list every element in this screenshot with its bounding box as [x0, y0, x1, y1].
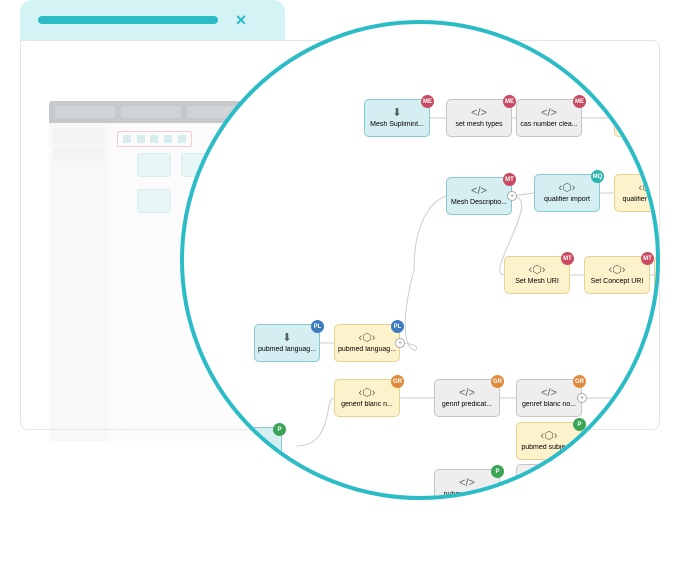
workflow-node[interactable]: </>set mesh typesME: [446, 99, 512, 137]
node-label: end pubmed swim...: [625, 491, 660, 499]
workflow-node[interactable]: </>Mesh Descriptio...MT+: [446, 177, 512, 215]
download-icon: ⬇: [282, 333, 291, 344]
tag-icon: 🏷: [648, 436, 660, 447]
code-icon: </>: [541, 388, 557, 399]
workflow-node[interactable]: </>genref blanc no...GR+: [516, 379, 582, 417]
download-icon: ⬇: [251, 436, 260, 447]
app-sidebar: [49, 123, 109, 441]
node-badge: ME: [573, 95, 586, 108]
uri-icon: ‹⬡›: [541, 431, 558, 442]
node-label: rd import: [242, 449, 270, 457]
workflow-node[interactable]: ‹⬡›Set Concept URIMT: [584, 256, 650, 294]
script-icon: ✎: [544, 473, 553, 484]
workflow-node[interactable]: </>pubmed grantsP: [434, 469, 500, 500]
workflow-node[interactable]: ⬇rd importP: [230, 427, 282, 465]
node-badge: GR: [573, 375, 586, 388]
node-label: pubmed label: [634, 449, 660, 457]
node-badge: MQ: [591, 170, 604, 183]
node-label: pubmed subject...: [521, 444, 576, 452]
node-label: pubmed languag...: [338, 346, 396, 354]
node-badge: PL: [391, 320, 404, 333]
node-badge: P: [273, 423, 286, 436]
node-port[interactable]: +: [507, 191, 517, 201]
uri-icon: ‹⬡›: [359, 388, 376, 399]
uri-icon: ‹⬡›: [359, 333, 376, 344]
node-label: mesh supp uri: [625, 121, 660, 129]
node-label: Set Concept URI: [591, 278, 644, 286]
tab-title-placeholder: [38, 16, 218, 24]
node-label: qualifier subje...: [622, 196, 660, 204]
node-badge: GR: [391, 375, 404, 388]
workflow-node[interactable]: ‹⬡›Set Mesh URIMT: [504, 256, 570, 294]
workflow-node[interactable]: 🏷pubmed labelP: [622, 427, 660, 465]
node-port[interactable]: +: [395, 338, 405, 348]
code-icon: </>: [471, 108, 487, 119]
node-label: generif blanc n...: [341, 401, 393, 409]
workflow-canvas[interactable]: ⬇ Mesh Suplimint... ME </> set mesh types ME <…: [184, 24, 656, 496]
code-icon: </>: [459, 388, 475, 399]
node-label: pubmed languag...: [258, 346, 316, 354]
workflow-node[interactable]: ⬇pubmed languag...PL: [254, 324, 320, 362]
node-label: Mesh Suplimint...: [370, 121, 424, 129]
uri-icon: ‹⬡›: [639, 183, 656, 194]
node-label: Mesh Descriptio...: [451, 199, 507, 207]
node-badge: MT: [641, 252, 654, 265]
workflow-node[interactable]: ⬇Mesh Suplimint...ME: [364, 99, 430, 137]
workflow-node[interactable]: </>genrif predicat...GR: [434, 379, 500, 417]
node-badge: MT: [561, 252, 574, 265]
node-badge: PL: [311, 320, 324, 333]
mini-toolbar: [117, 131, 192, 147]
code-icon: </>: [541, 108, 557, 119]
node-badge: GR: [491, 375, 504, 388]
node-label: genref blanc no...: [522, 401, 576, 409]
node-label: qualifier import: [544, 196, 590, 204]
download-icon: ⬇: [392, 108, 401, 119]
magnifier-lens: ⬇ Mesh Suplimint... ME </> set mesh types ME <…: [180, 20, 660, 500]
chev-icon: ›: [646, 478, 650, 489]
workflow-node[interactable]: ‹⬡›mesh supp uriME: [614, 99, 660, 137]
workflow-node[interactable]: ✎grant_stringP: [516, 464, 582, 500]
workflow-node[interactable]: ‹⬡›qualifier importMQ: [534, 174, 600, 212]
workflow-node[interactable]: ‹⬡›qualifier subje...MQ: [614, 174, 660, 212]
workflow-node[interactable]: ‹⬡›generif blanc n...GR: [334, 379, 400, 417]
uri-icon: ‹⬡›: [639, 108, 656, 119]
node-badge: ME: [503, 95, 516, 108]
node-badge: ME: [421, 95, 434, 108]
uri-icon: ‹⬡›: [609, 265, 626, 276]
node-badge: P: [491, 465, 504, 478]
code-icon: </>: [459, 478, 475, 489]
uri-icon: ‹⬡›: [529, 265, 546, 276]
workflow-node[interactable]: ‹⬡›pubmed subject...P: [516, 422, 582, 460]
uri-icon: ‹⬡›: [559, 183, 576, 194]
node-label: genrif predicat...: [442, 401, 492, 409]
node-port[interactable]: +: [577, 393, 587, 403]
node-badge: MT: [503, 173, 516, 186]
node-label: grant_string: [531, 486, 568, 494]
workflow-node[interactable]: › end pubmed swim...: [622, 469, 660, 500]
node-badge: P: [573, 460, 586, 473]
code-icon: </>: [471, 186, 487, 197]
node-badge: P: [573, 418, 586, 431]
workflow-node[interactable]: ‹⬡›pubmed languag...PL+: [334, 324, 400, 362]
node-label: set mesh types: [455, 121, 502, 129]
workflow-node[interactable]: ‹⬡›blanc node link...GR+: [622, 379, 660, 417]
workflow-node[interactable]: </>cas number clea...ME: [516, 99, 582, 137]
node-label: Set Mesh URI: [515, 278, 559, 286]
node-label: pubmed grants: [444, 491, 491, 499]
node-label: blanc node link...: [629, 401, 660, 409]
node-label: cas number clea...: [520, 121, 577, 129]
